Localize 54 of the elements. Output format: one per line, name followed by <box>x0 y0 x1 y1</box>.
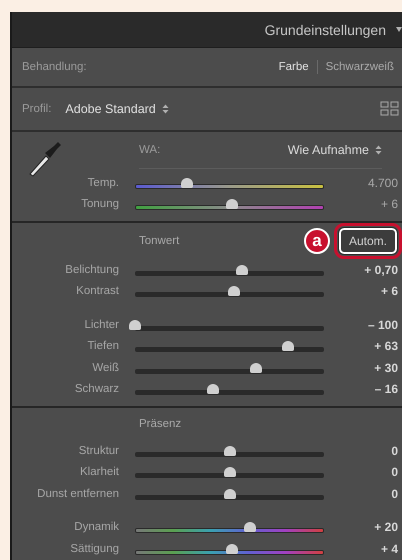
slider-label: Kontrast <box>75 285 120 298</box>
slider-label: Lichter <box>83 318 120 331</box>
slider-value: + 6 <box>380 197 399 212</box>
slider-thumb[interactable] <box>244 522 256 532</box>
slider-label: Tonung <box>80 198 120 210</box>
slider-label: Dunst entfernen <box>36 488 120 500</box>
slider-thumb[interactable] <box>226 199 238 210</box>
slider-thumb[interactable] <box>236 264 248 275</box>
slider-label: Weiß <box>91 362 120 374</box>
treatment-label: Behandlung: <box>22 61 87 73</box>
slider-value: + 4 <box>380 542 399 556</box>
callout-marker: a <box>304 228 330 254</box>
section-heading: Tonwert <box>139 235 180 247</box>
slider-value: 0 <box>390 444 399 458</box>
slider-label: Temp. <box>86 176 120 189</box>
slider-value: – 100 <box>366 318 399 332</box>
slider-thumb[interactable] <box>224 446 236 456</box>
profile-dropdown[interactable]: Adobe Standard <box>65 102 169 116</box>
slider-value: + 30 <box>373 360 399 375</box>
slider-thumb[interactable] <box>129 320 142 330</box>
slider-label: Dynamik <box>73 521 120 534</box>
slider-value: + 20 <box>373 520 399 534</box>
up-down-icon <box>375 145 382 155</box>
slider-label: Tiefen <box>86 340 120 352</box>
slider-thumb[interactable] <box>226 544 238 554</box>
slider-thumb[interactable] <box>224 467 236 478</box>
slider-thumb[interactable] <box>282 341 294 352</box>
slider-value: 0 <box>390 465 399 480</box>
slider-label: Schwarz <box>74 383 120 396</box>
balance-mode-label: WA: <box>139 144 160 156</box>
treatment-option[interactable]: Schwarzweiß <box>318 61 402 73</box>
panel-title: Grundeinstellungen <box>264 22 386 38</box>
slider-label: Klarheit <box>79 466 120 478</box>
slider-value: 4.700 <box>366 176 399 190</box>
up-down-icon <box>162 104 169 114</box>
grid-icon[interactable] <box>380 101 400 117</box>
treatment-option[interactable]: Farbe <box>270 61 317 73</box>
slider-thumb[interactable] <box>181 178 194 188</box>
slider-thumb[interactable] <box>224 488 236 499</box>
slider-value: + 0,70 <box>363 262 399 277</box>
slider-label: Sättigung <box>69 542 120 555</box>
slider-value: + 6 <box>380 284 399 298</box>
slider-label: Struktur <box>78 444 120 457</box>
section-heading: Präsenz <box>139 418 182 430</box>
slider-thumb[interactable] <box>228 286 240 296</box>
collapse-icon[interactable] <box>396 26 402 34</box>
profile-label: Profil: <box>22 103 52 115</box>
slider-label: Belichtung <box>64 264 120 276</box>
slider-value: 0 <box>390 486 399 501</box>
slider-thumb[interactable] <box>250 362 262 373</box>
slider-thumb[interactable] <box>207 384 220 394</box>
slider-value: – 16 <box>374 382 399 396</box>
slider-value: + 63 <box>373 339 399 354</box>
balance-mode-dropdown[interactable]: Wie Aufnahme <box>288 143 382 157</box>
